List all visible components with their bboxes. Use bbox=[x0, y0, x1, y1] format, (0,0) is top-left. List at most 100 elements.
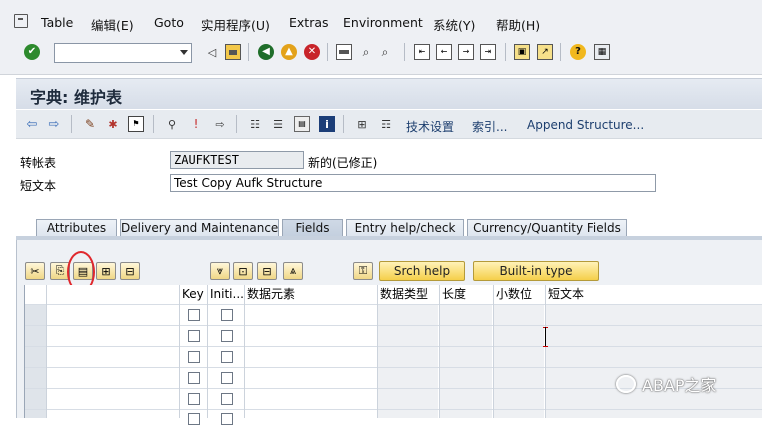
menu-utilities[interactable]: 实用程序(U) bbox=[201, 15, 270, 34]
append-structure-button[interactable]: Append Structure... bbox=[527, 118, 644, 132]
initial-checkbox[interactable] bbox=[221, 351, 233, 363]
collapse-icon[interactable]: ⩓ bbox=[283, 262, 303, 280]
initial-checkbox[interactable] bbox=[221, 309, 233, 321]
display-change-icon[interactable]: ✎ bbox=[82, 116, 98, 132]
prev-page-icon[interactable]: ← bbox=[436, 44, 452, 60]
find-icon[interactable]: ⌕ bbox=[358, 44, 374, 60]
cut-icon[interactable]: ✂ bbox=[25, 262, 45, 280]
print-icon[interactable] bbox=[336, 44, 352, 60]
key-icon[interactable]: ⚿ bbox=[353, 262, 373, 280]
short-text-field[interactable]: Test Copy Aufk Structure bbox=[170, 174, 656, 192]
initial-checkbox[interactable] bbox=[221, 413, 233, 425]
key-checkbox[interactable] bbox=[188, 309, 200, 321]
back-icon[interactable]: ◁ bbox=[204, 44, 220, 60]
table-contents-icon[interactable]: ▤ bbox=[294, 116, 310, 132]
key-checkbox[interactable] bbox=[188, 413, 200, 425]
enter-icon[interactable]: ✔ bbox=[24, 44, 40, 60]
new-session-icon[interactable]: ▣ bbox=[514, 44, 530, 60]
short-text-label: 短文本 bbox=[20, 179, 57, 193]
tab-attributes[interactable]: Attributes bbox=[36, 219, 117, 237]
menu-goto[interactable]: Goto bbox=[154, 15, 184, 30]
details-icon[interactable]: ☶ bbox=[378, 116, 394, 132]
col-line bbox=[493, 285, 494, 418]
structure-field-icon[interactable]: ⊟ bbox=[257, 262, 277, 280]
graphic-icon[interactable]: ☰ bbox=[270, 116, 286, 132]
arrow-left-icon[interactable]: ⇦ bbox=[24, 116, 40, 132]
watermark: ABAP之家 bbox=[616, 370, 717, 398]
toolbar-separator bbox=[505, 43, 506, 61]
key-checkbox[interactable] bbox=[188, 372, 200, 384]
col-data-type[interactable]: 数据类型 bbox=[378, 285, 428, 304]
arrow-right-icon[interactable]: ⇨ bbox=[46, 116, 62, 132]
built-in-type-button[interactable]: Built-in type bbox=[473, 261, 599, 281]
col-line bbox=[46, 285, 47, 418]
object-list-icon[interactable]: ! bbox=[188, 116, 204, 132]
standard-toolbar: ✔ ◁ ◀ ▲ ✕ ⌕ ⌕ ⇤ ← → ⇥ ▣ ↗ ? ▦ bbox=[0, 40, 762, 75]
initial-checkbox[interactable] bbox=[221, 372, 233, 384]
hierarchy-icon[interactable]: ☷ bbox=[247, 116, 263, 132]
tab-entry-help[interactable]: Entry help/check bbox=[346, 219, 464, 237]
save-icon[interactable] bbox=[225, 44, 241, 60]
where-used-icon[interactable]: ⚲ bbox=[164, 116, 180, 132]
initial-checkbox[interactable] bbox=[221, 393, 233, 405]
insert-row-icon[interactable]: ⊞ bbox=[96, 262, 116, 280]
key-checkbox[interactable] bbox=[188, 330, 200, 342]
toolbar-separator bbox=[343, 115, 344, 133]
command-field[interactable] bbox=[54, 43, 192, 63]
shortcut-icon[interactable]: ↗ bbox=[537, 44, 553, 60]
technical-settings-button[interactable]: 技术设置 bbox=[406, 118, 454, 135]
sort-icon[interactable]: ⩔ bbox=[210, 262, 230, 280]
key-checkbox[interactable] bbox=[188, 393, 200, 405]
last-page-icon[interactable]: ⇥ bbox=[480, 44, 496, 60]
decimals-column bbox=[493, 304, 544, 418]
col-line bbox=[377, 285, 378, 418]
chevron-down-icon[interactable] bbox=[180, 50, 188, 55]
row-line bbox=[25, 304, 762, 305]
layout-icon[interactable]: ▦ bbox=[594, 44, 610, 60]
delete-row-icon[interactable]: ⊟ bbox=[120, 262, 140, 280]
next-page-icon[interactable]: → bbox=[458, 44, 474, 60]
back-nav-icon[interactable]: ◀ bbox=[258, 44, 274, 60]
menu-extras[interactable]: Extras bbox=[289, 15, 329, 30]
menu-help[interactable]: 帮助(H) bbox=[496, 15, 540, 34]
check-icon[interactable]: ✱ bbox=[105, 116, 121, 132]
menu-table[interactable]: Table bbox=[41, 15, 73, 30]
col-line bbox=[439, 285, 440, 418]
col-decimals[interactable]: 小数位 bbox=[494, 285, 532, 304]
navigation-icon[interactable]: ⇨ bbox=[212, 116, 228, 132]
col-length[interactable]: 长度 bbox=[440, 285, 466, 304]
col-short-text[interactable]: 短文本 bbox=[546, 285, 584, 304]
menu-system[interactable]: 系统(Y) bbox=[433, 15, 475, 34]
search-help-button[interactable]: Srch help bbox=[379, 261, 465, 281]
col-data-element[interactable]: 数据元素 bbox=[245, 285, 295, 304]
include-icon[interactable]: ⊡ bbox=[233, 262, 253, 280]
col-line bbox=[545, 285, 546, 418]
data-type-column bbox=[377, 304, 438, 418]
col-key[interactable]: Key bbox=[180, 285, 204, 304]
toolbar-separator bbox=[153, 115, 154, 133]
activate-icon[interactable]: ⚑ bbox=[128, 116, 144, 132]
tab-fields[interactable]: Fields bbox=[282, 219, 343, 237]
row-line bbox=[25, 325, 762, 326]
find-next-icon[interactable]: ⌕ bbox=[377, 44, 393, 60]
tab-delivery-maintenance[interactable]: Delivery and Maintenance bbox=[120, 219, 279, 237]
info-icon[interactable]: i bbox=[319, 116, 335, 132]
key-checkbox[interactable] bbox=[188, 351, 200, 363]
initial-checkbox[interactable] bbox=[221, 330, 233, 342]
first-page-icon[interactable]: ⇤ bbox=[414, 44, 430, 60]
short-text-column bbox=[545, 304, 762, 418]
table-name-label: 转帐表 bbox=[20, 156, 57, 170]
indexes-button[interactable]: 索引... bbox=[472, 118, 507, 135]
cancel-icon[interactable]: ✕ bbox=[304, 44, 320, 60]
exit-icon[interactable]: ▲ bbox=[281, 44, 297, 60]
row-selector-column[interactable] bbox=[25, 304, 46, 418]
col-line bbox=[207, 285, 208, 418]
menu-environment[interactable]: Environment bbox=[343, 15, 423, 30]
tab-currency-quantity[interactable]: Currency/Quantity Fields bbox=[467, 219, 627, 237]
col-initial[interactable]: Initi... bbox=[208, 285, 244, 304]
window-menu-icon[interactable] bbox=[14, 14, 28, 28]
structure-icon[interactable]: ⊞ bbox=[354, 116, 370, 132]
status-text: 新的(已修正) bbox=[308, 156, 378, 170]
menu-edit[interactable]: 编辑(E) bbox=[91, 15, 134, 34]
help-icon[interactable]: ? bbox=[570, 44, 586, 60]
